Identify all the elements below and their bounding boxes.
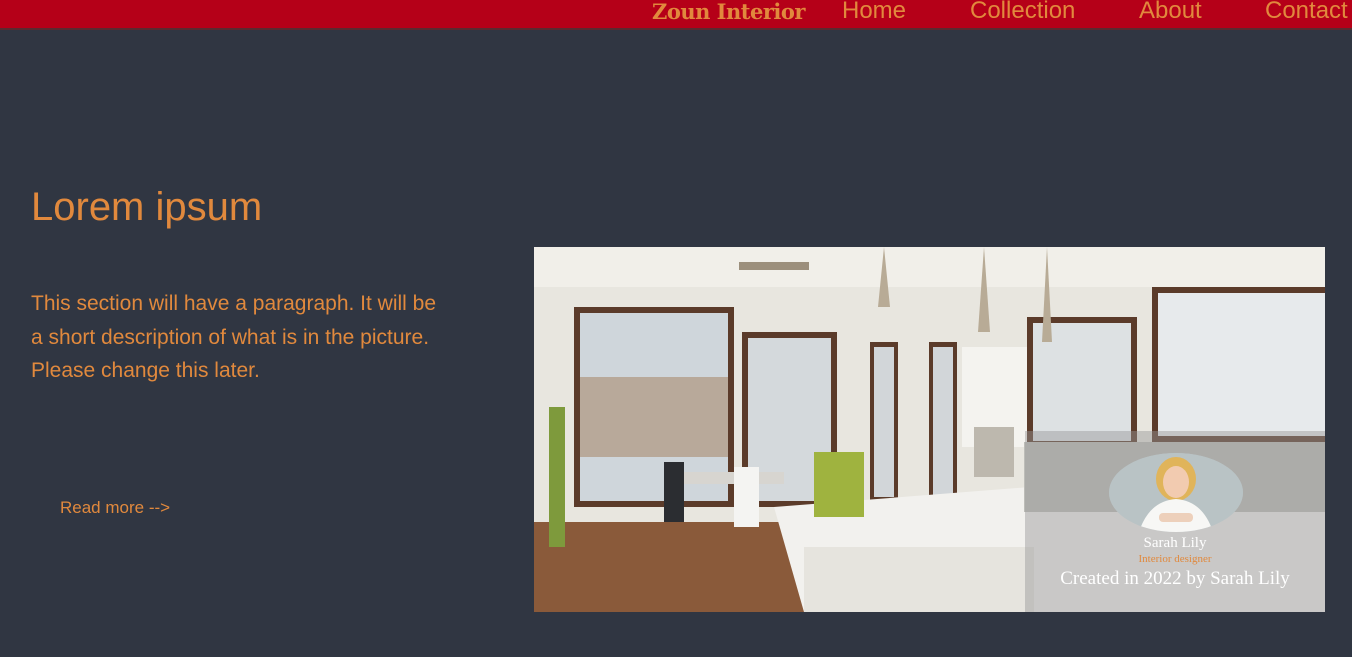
nav-link-collection[interactable]: Collection — [970, 0, 1075, 24]
designer-portrait — [1109, 453, 1243, 532]
designer-credit: Sarah Lily Interior designer Created in … — [1025, 431, 1325, 612]
photo-caption: Created in 2022 by Sarah Lily — [1060, 568, 1290, 589]
nav-link-home[interactable]: Home — [842, 0, 906, 24]
kitchen-photo: Sarah Lily Interior designer Created in … — [534, 247, 1325, 612]
read-more-link[interactable]: Read more --> — [60, 497, 170, 519]
hero-paragraph: This section will have a paragraph. It w… — [31, 292, 437, 382]
designer-avatar — [1109, 453, 1243, 532]
navbar: Zoun Interior Home Collection About Cont… — [0, 0, 1352, 30]
designer-name: Sarah Lily — [1143, 535, 1207, 551]
hero-title: Lorem ipsum — [31, 185, 263, 229]
nav-link-about[interactable]: About — [1139, 0, 1202, 24]
brand-logo[interactable]: Zoun Interior — [652, 0, 805, 24]
designer-role: Interior designer — [1138, 553, 1212, 565]
nav-link-contact[interactable]: Contact — [1265, 0, 1348, 24]
